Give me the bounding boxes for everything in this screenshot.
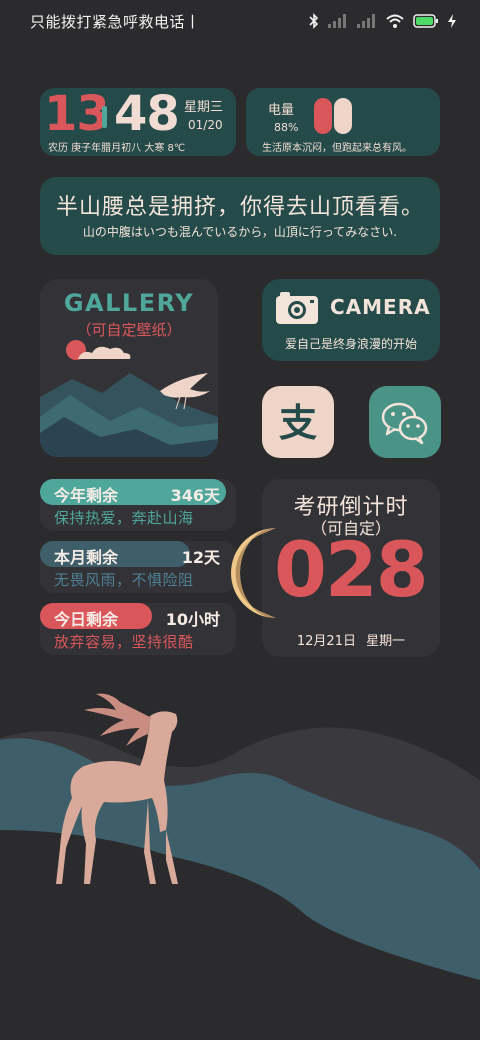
quote-japanese: 山の中腹はいつも混んでいるから，山頂に行ってみなさい. (82, 225, 398, 239)
battery-icon (413, 14, 439, 28)
countdown-motto: 无畏风雨，不惧险阻 (54, 571, 194, 589)
bluetooth-icon (309, 13, 319, 29)
exam-date: 12月21日 星期一 (296, 634, 406, 649)
camera-label: CAMERA (330, 295, 431, 319)
battery-pill-icon (334, 98, 352, 134)
signal-icon (357, 14, 377, 28)
quote-chinese: 半山腰总是拥挤，你得去山顶看看。 (55, 195, 424, 220)
countdown-label: 本月剩余 (54, 548, 119, 567)
exam-days-number: 028 (274, 525, 429, 614)
gallery-widget[interactable]: GALLERY （可自定壁纸） (40, 279, 218, 457)
mountain-illustration (40, 340, 218, 457)
wifi-icon (386, 14, 404, 28)
deer-landscape-illustration (0, 693, 480, 1040)
quote-widget[interactable]: 半山腰总是拥挤，你得去山顶看看。 山の中腹はいつも混んでいるから，山頂に行ってみ… (40, 177, 440, 255)
battery-widget[interactable]: 电量 88% 生活原本沉闷，但跑起来总有风。 (246, 88, 440, 156)
battery-percent: 88% (274, 121, 299, 134)
battery-quote: 生活原本沉闷，但跑起来总有风。 (262, 143, 412, 154)
status-icons (309, 10, 456, 32)
battery-pill-icon (314, 98, 332, 134)
day-remaining-widget[interactable]: 今日剩余 10小时 放弃容易，坚持很酷 (40, 603, 236, 655)
countdown-value: 10小时 (165, 610, 220, 629)
svg-text:支: 支 (279, 401, 317, 445)
clock-separator (102, 106, 107, 128)
countdown-label: 今日剩余 (54, 610, 119, 629)
lunar-date: 农历 庚子年腊月初八 大寒 8℃ (48, 143, 186, 154)
clock-hour: 13 (44, 86, 110, 142)
signal-icon (328, 14, 348, 28)
status-text: 只能拨打紧急呼救电话丨 (30, 13, 201, 31)
countdown-motto: 放弃容易，坚持很酷 (54, 633, 194, 651)
alipay-app-button[interactable]: 支 (262, 386, 334, 458)
wechat-icon (381, 402, 428, 445)
countdown-value: 12天 (181, 548, 220, 567)
gallery-title: GALLERY (63, 289, 195, 317)
camera-widget[interactable]: CAMERA 爱自己是终身浪漫的开始 (262, 279, 440, 361)
month-remaining-widget[interactable]: 本月剩余 12天 无畏风雨，不惧险阻 (40, 541, 236, 593)
alipay-icon: 支 (279, 401, 317, 445)
clock-date: 01/20 (188, 118, 223, 132)
countdown-label: 今年剩余 (54, 486, 119, 505)
year-remaining-widget[interactable]: 今年剩余 346天 保持热爱，奔赴山海 (40, 479, 236, 531)
clock-minute: 48 (114, 86, 180, 142)
camera-icon (276, 292, 318, 324)
status-bar: 只能拨打紧急呼救电话丨 (0, 0, 480, 42)
clock-weekday: 星期三 (184, 100, 224, 115)
countdown-motto: 保持热爱，奔赴山海 (54, 509, 194, 527)
camera-subtitle: 爱自己是终身浪漫的开始 (284, 337, 417, 351)
wechat-app-button[interactable] (369, 386, 441, 458)
charging-icon (448, 14, 456, 28)
battery-label: 电量 (268, 103, 295, 118)
clock-widget[interactable]: 13 48 星期三 01/20 农历 庚子年腊月初八 大寒 8℃ (40, 86, 236, 156)
countdown-value: 346天 (170, 486, 220, 505)
